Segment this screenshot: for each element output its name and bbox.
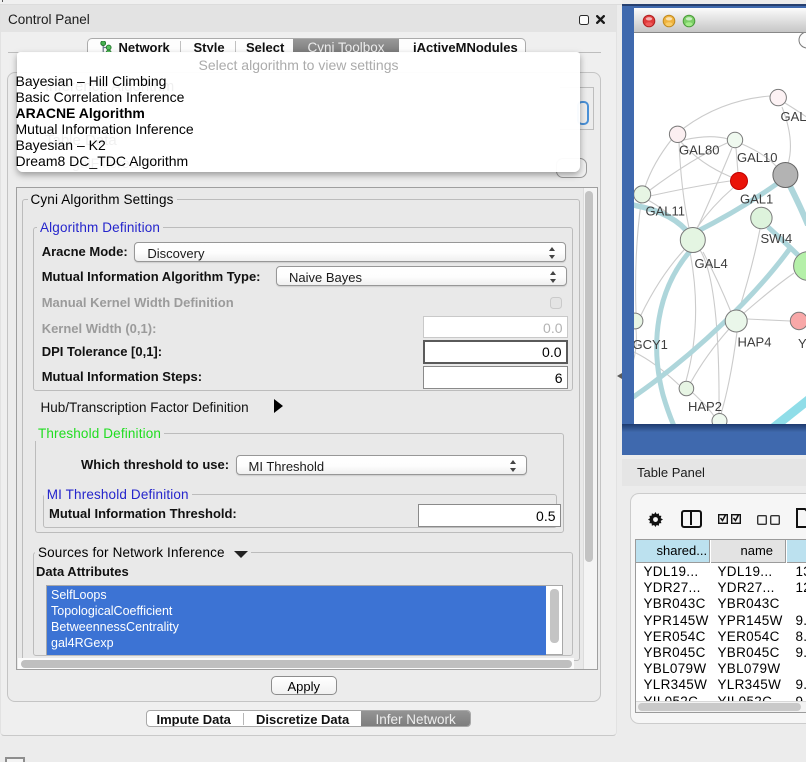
svg-text:GAL4: GAL4 bbox=[695, 256, 728, 271]
svg-text:HAP4: HAP4 bbox=[738, 335, 772, 350]
svg-text:GAL11: GAL11 bbox=[646, 204, 686, 219]
svg-text:GAL1: GAL1 bbox=[740, 192, 773, 207]
svg-text:GAL10: GAL10 bbox=[737, 150, 777, 165]
svg-text:SWI4: SWI4 bbox=[761, 231, 793, 246]
svg-text:GCY1: GCY1 bbox=[634, 337, 668, 352]
svg-text:Y: Y bbox=[798, 336, 806, 351]
svg-text:GAL80: GAL80 bbox=[679, 143, 719, 158]
svg-text:HAP2: HAP2 bbox=[688, 399, 722, 414]
svg-text:GAL7: GAL7 bbox=[781, 109, 806, 124]
